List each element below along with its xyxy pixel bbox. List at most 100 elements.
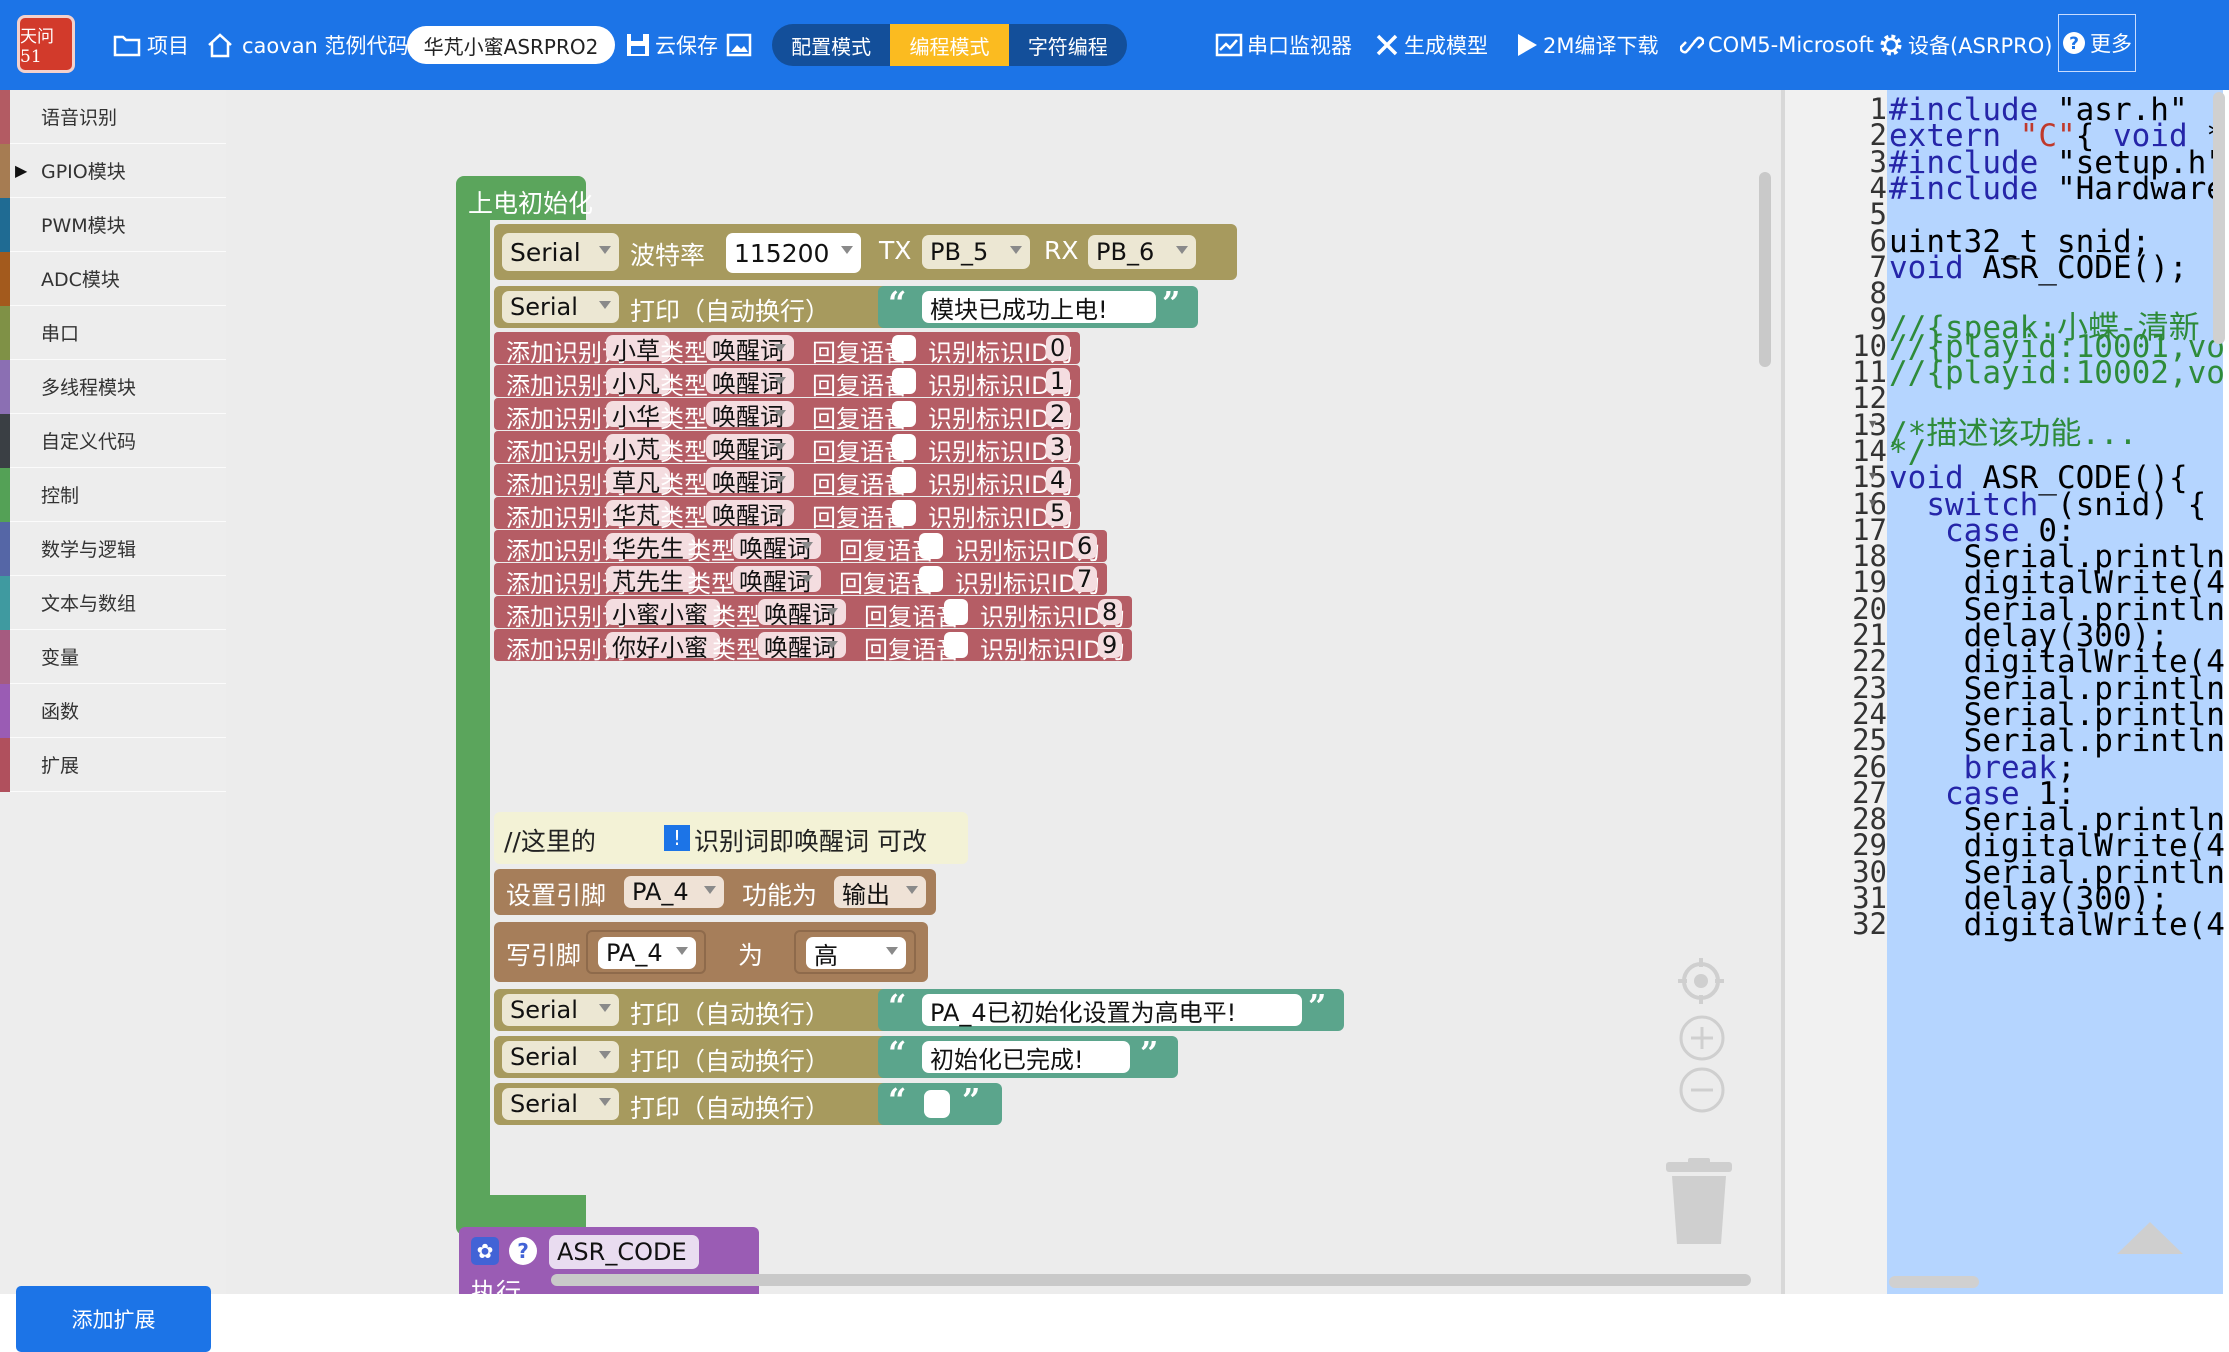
add-wake-word-block[interactable]: 添加识别词 小蜜小蜜 类型 唤醒词 回复语音 识别标识ID为 8 [494,596,1132,631]
code-line[interactable]: #include "Hardware [1889,171,2225,207]
wake-word-field[interactable]: 华先生 [606,533,695,563]
add-extension-button[interactable]: 添加扩展 [16,1286,211,1352]
category-item[interactable]: 多线程模块 [0,360,226,414]
fold-arrow-icon[interactable]: ▾ [1869,495,1876,511]
compile-download-button[interactable]: 2M编译下载 [1515,22,1658,68]
text-mode-tab[interactable]: 字符编程 [1009,24,1127,66]
function-name-field[interactable]: ASR_CODE [549,1235,699,1269]
serial-print-block-1[interactable]: Serial 打印（自动换行） [494,286,892,328]
settings-icon[interactable]: ✿ [471,1237,499,1265]
reply-voice-checkbox[interactable] [919,533,943,559]
word-type-dropdown[interactable]: 唤醒词 [733,566,821,596]
add-wake-word-block[interactable]: 添加识别词 小华 类型 唤醒词 回复语音 识别标识ID为 2 [494,398,1080,433]
word-type-dropdown[interactable]: 唤醒词 [706,467,794,497]
add-wake-word-block[interactable]: 添加识别词 华先生 类型 唤醒词 回复语音 识别标识ID为 6 [494,530,1107,565]
serial-monitor-button[interactable]: 串口监视器 [1215,22,1352,68]
id-field[interactable]: 4 [1046,466,1070,494]
reply-voice-checkbox[interactable] [892,434,916,460]
serial-begin-block[interactable]: Serial 波特率 115200 TX PB_5 RX PB_6 [494,224,1237,280]
word-type-dropdown[interactable]: 唤醒词 [733,533,821,563]
trash-icon[interactable] [1664,1158,1734,1246]
add-wake-word-block[interactable]: 添加识别词 你好小蜜 类型 唤醒词 回复语音 识别标识ID为 9 [494,629,1132,664]
wake-word-field[interactable]: 小蜜小蜜 [606,599,720,629]
block-mode-tab[interactable]: 编程模式 [890,24,1009,66]
reply-voice-checkbox[interactable] [944,599,968,625]
serial-print-block-4[interactable]: Serial 打印（自动换行） [494,1083,892,1125]
serial-object-dropdown[interactable]: Serial [502,994,619,1026]
category-item[interactable]: 文本与数组 [0,576,226,630]
text-block-4[interactable]: “ ” [878,1081,1002,1125]
wake-word-field[interactable]: 芃先生 [606,566,695,596]
category-item[interactable]: 自定义代码 [0,414,226,468]
id-field[interactable]: 3 [1046,433,1070,461]
category-item[interactable]: 扩展 [0,738,226,792]
wake-word-field[interactable]: 你好小蜜 [606,632,720,662]
word-type-dropdown[interactable]: 唤醒词 [706,401,794,431]
fold-arrow-icon[interactable]: ▾ [1869,468,1876,484]
serial-print-block-2[interactable]: Serial 打印（自动换行） [494,989,892,1031]
word-type-dropdown[interactable]: 唤醒词 [758,599,846,629]
board-selector[interactable]: 华芃小蜜ASRPRO2 [407,26,615,64]
zoom-in-icon[interactable] [1678,1014,1726,1062]
cloud-save-button[interactable]: 云保存 [625,22,718,68]
add-wake-word-block[interactable]: 添加识别词 小芃 类型 唤醒词 回复语音 识别标识ID为 3 [494,431,1080,466]
digital-write-block[interactable]: 写引脚 PA_4 为 高 [494,922,928,982]
id-field[interactable]: 0 [1046,334,1070,362]
code-line[interactable]: void ASR_CODE(); [1889,250,2188,286]
pin-value-block[interactable]: PA_4 [586,930,706,974]
add-wake-word-block[interactable]: 添加识别词 华芃 类型 唤醒词 回复语音 识别标识ID为 5 [494,497,1080,532]
port-selector[interactable]: COM5-Microsoft [1680,22,1874,68]
scroll-up-icon[interactable] [2113,1218,2187,1258]
editor-vertical-scrollbar[interactable] [2213,92,2225,344]
reply-voice-checkbox[interactable] [892,401,916,427]
example-code-menu[interactable]: caovan 范例代码 [206,22,409,68]
setup-block[interactable]: 上电初始化 [456,176,593,220]
serial-object-dropdown[interactable]: Serial [502,233,619,271]
editor-horizontal-scrollbar[interactable] [1889,1276,1979,1288]
code-editor[interactable]: 1 2 3 4 5 6 7 8 9 10 11 12 13 ▾ 14 15 ▾ 16 ▾ 17 18 19 20 21 22 23… [1781,90,2229,1294]
pin-dropdown[interactable]: PA_4 [624,876,724,908]
level-dropdown[interactable]: 高 [806,937,906,970]
code-line[interactable]: digitalWrite(4 [1889,907,2225,943]
word-type-dropdown[interactable]: 唤醒词 [706,500,794,530]
workspace-vertical-scrollbar[interactable] [1759,172,1771,367]
id-field[interactable]: 2 [1046,400,1070,428]
config-mode-tab[interactable]: 配置模式 [772,24,890,66]
help-icon[interactable]: ? [509,1237,537,1265]
id-field[interactable]: 9 [1098,631,1122,659]
reply-voice-checkbox[interactable] [892,335,916,361]
project-menu[interactable]: 项目 [113,22,189,68]
text-value-field[interactable] [924,1090,950,1118]
text-block-1[interactable]: “ 模块已成功上电! ” [878,284,1198,328]
serial-print-block-3[interactable]: Serial 打印（自动换行） [494,1036,892,1078]
comment-block[interactable]: //这里的 ! 识别词即唤醒词 可改 [494,812,968,864]
add-wake-word-block[interactable]: 添加识别词 小草 类型 唤醒词 回复语音 识别标识ID为 0 [494,332,1080,367]
reply-voice-checkbox[interactable] [944,632,968,658]
word-type-dropdown[interactable]: 唤醒词 [758,632,846,662]
block-workspace[interactable]: 上电初始化 Serial 波特率 115200 TX PB_5 RX PB_6 … [226,90,1781,1294]
word-type-dropdown[interactable]: 唤醒词 [706,335,794,365]
id-field[interactable]: 1 [1046,367,1070,395]
recenter-icon[interactable] [1676,956,1726,1006]
id-field[interactable]: 8 [1098,598,1122,626]
pin-dropdown[interactable]: PA_4 [598,937,696,969]
more-button[interactable]: ? 更多 [2058,14,2136,72]
serial-object-dropdown[interactable]: Serial [502,1041,619,1073]
workspace-horizontal-scrollbar[interactable] [551,1274,1751,1286]
category-item[interactable]: ▶ GPIO模块 [0,144,226,198]
add-wake-word-block[interactable]: 添加识别词 草凡 类型 唤醒词 回复语音 识别标识ID为 4 [494,464,1080,499]
text-block-3[interactable]: “ 初始化已完成! ” [878,1034,1178,1078]
mode-dropdown[interactable]: 输出 [834,876,926,909]
category-item[interactable]: 变量 [0,630,226,684]
fold-arrow-icon[interactable]: ▾ [1869,416,1876,432]
zoom-out-icon[interactable] [1678,1066,1726,1114]
device-selector[interactable]: 设备(ASRPRO) [1878,22,2052,68]
generate-model-button[interactable]: 生成模型 [1374,22,1488,68]
category-item[interactable]: 数学与逻辑 [0,522,226,576]
category-item[interactable]: ADC模块 [0,252,226,306]
category-item[interactable]: 语音识别 [0,90,226,144]
serial-object-dropdown[interactable]: Serial [502,291,619,323]
reply-voice-checkbox[interactable] [919,566,943,592]
id-field[interactable]: 5 [1046,499,1070,527]
id-field[interactable]: 6 [1073,532,1097,560]
